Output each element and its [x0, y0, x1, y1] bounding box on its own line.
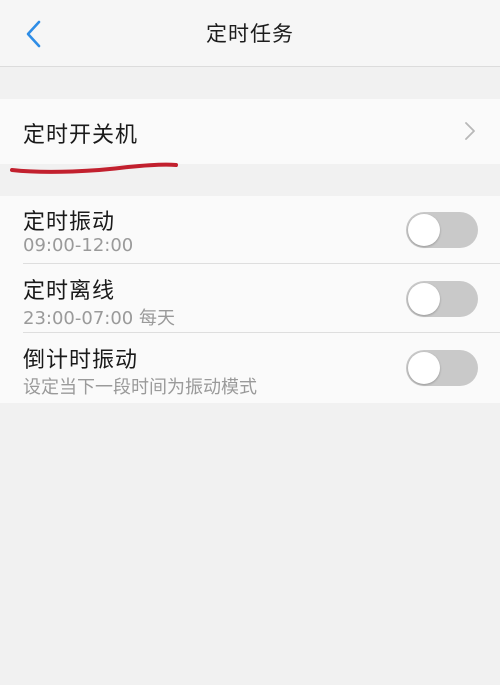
- vibrate-schedule-toggle[interactable]: [406, 212, 478, 248]
- page-title: 定时任务: [206, 22, 294, 46]
- toggle-row-countdown-vibrate: 倒计时振动 设定当下一段时间为振动模式: [0, 334, 500, 402]
- navigation-bar: 定时任务: [0, 0, 500, 67]
- toggle-knob: [408, 352, 440, 384]
- row-divider: [23, 263, 500, 264]
- offline-schedule-time: 23:00-07:00 每天: [23, 308, 175, 329]
- row-divider: [23, 332, 500, 333]
- toggle-row-vibrate-schedule: 定时振动 09:00-12:00: [0, 196, 500, 264]
- toggle-row-offline-schedule: 定时离线 23:00-07:00 每天: [0, 265, 500, 333]
- offline-schedule-toggle[interactable]: [406, 281, 478, 317]
- scheduled-power-label: 定时开关机: [23, 123, 139, 148]
- offline-schedule-title: 定时离线: [23, 279, 116, 304]
- vibrate-schedule-title: 定时振动: [23, 210, 116, 235]
- toggle-knob: [408, 283, 440, 315]
- chevron-right-icon: [465, 122, 475, 140]
- vibrate-schedule-time: 09:00-12:00: [23, 235, 134, 256]
- screen: 定时任务 定时开关机 定时振动 09:00-12:00 定时离线 23:00-0…: [0, 0, 500, 685]
- hand-drawn-underline: [10, 162, 178, 174]
- toggle-group: 定时振动 09:00-12:00 定时离线 23:00-07:00 每天 倒计时…: [0, 196, 500, 403]
- toggle-knob: [408, 214, 440, 246]
- countdown-vibrate-title: 倒计时振动: [23, 348, 139, 373]
- countdown-vibrate-toggle[interactable]: [406, 350, 478, 386]
- countdown-vibrate-description: 设定当下一段时间为振动模式: [23, 377, 257, 398]
